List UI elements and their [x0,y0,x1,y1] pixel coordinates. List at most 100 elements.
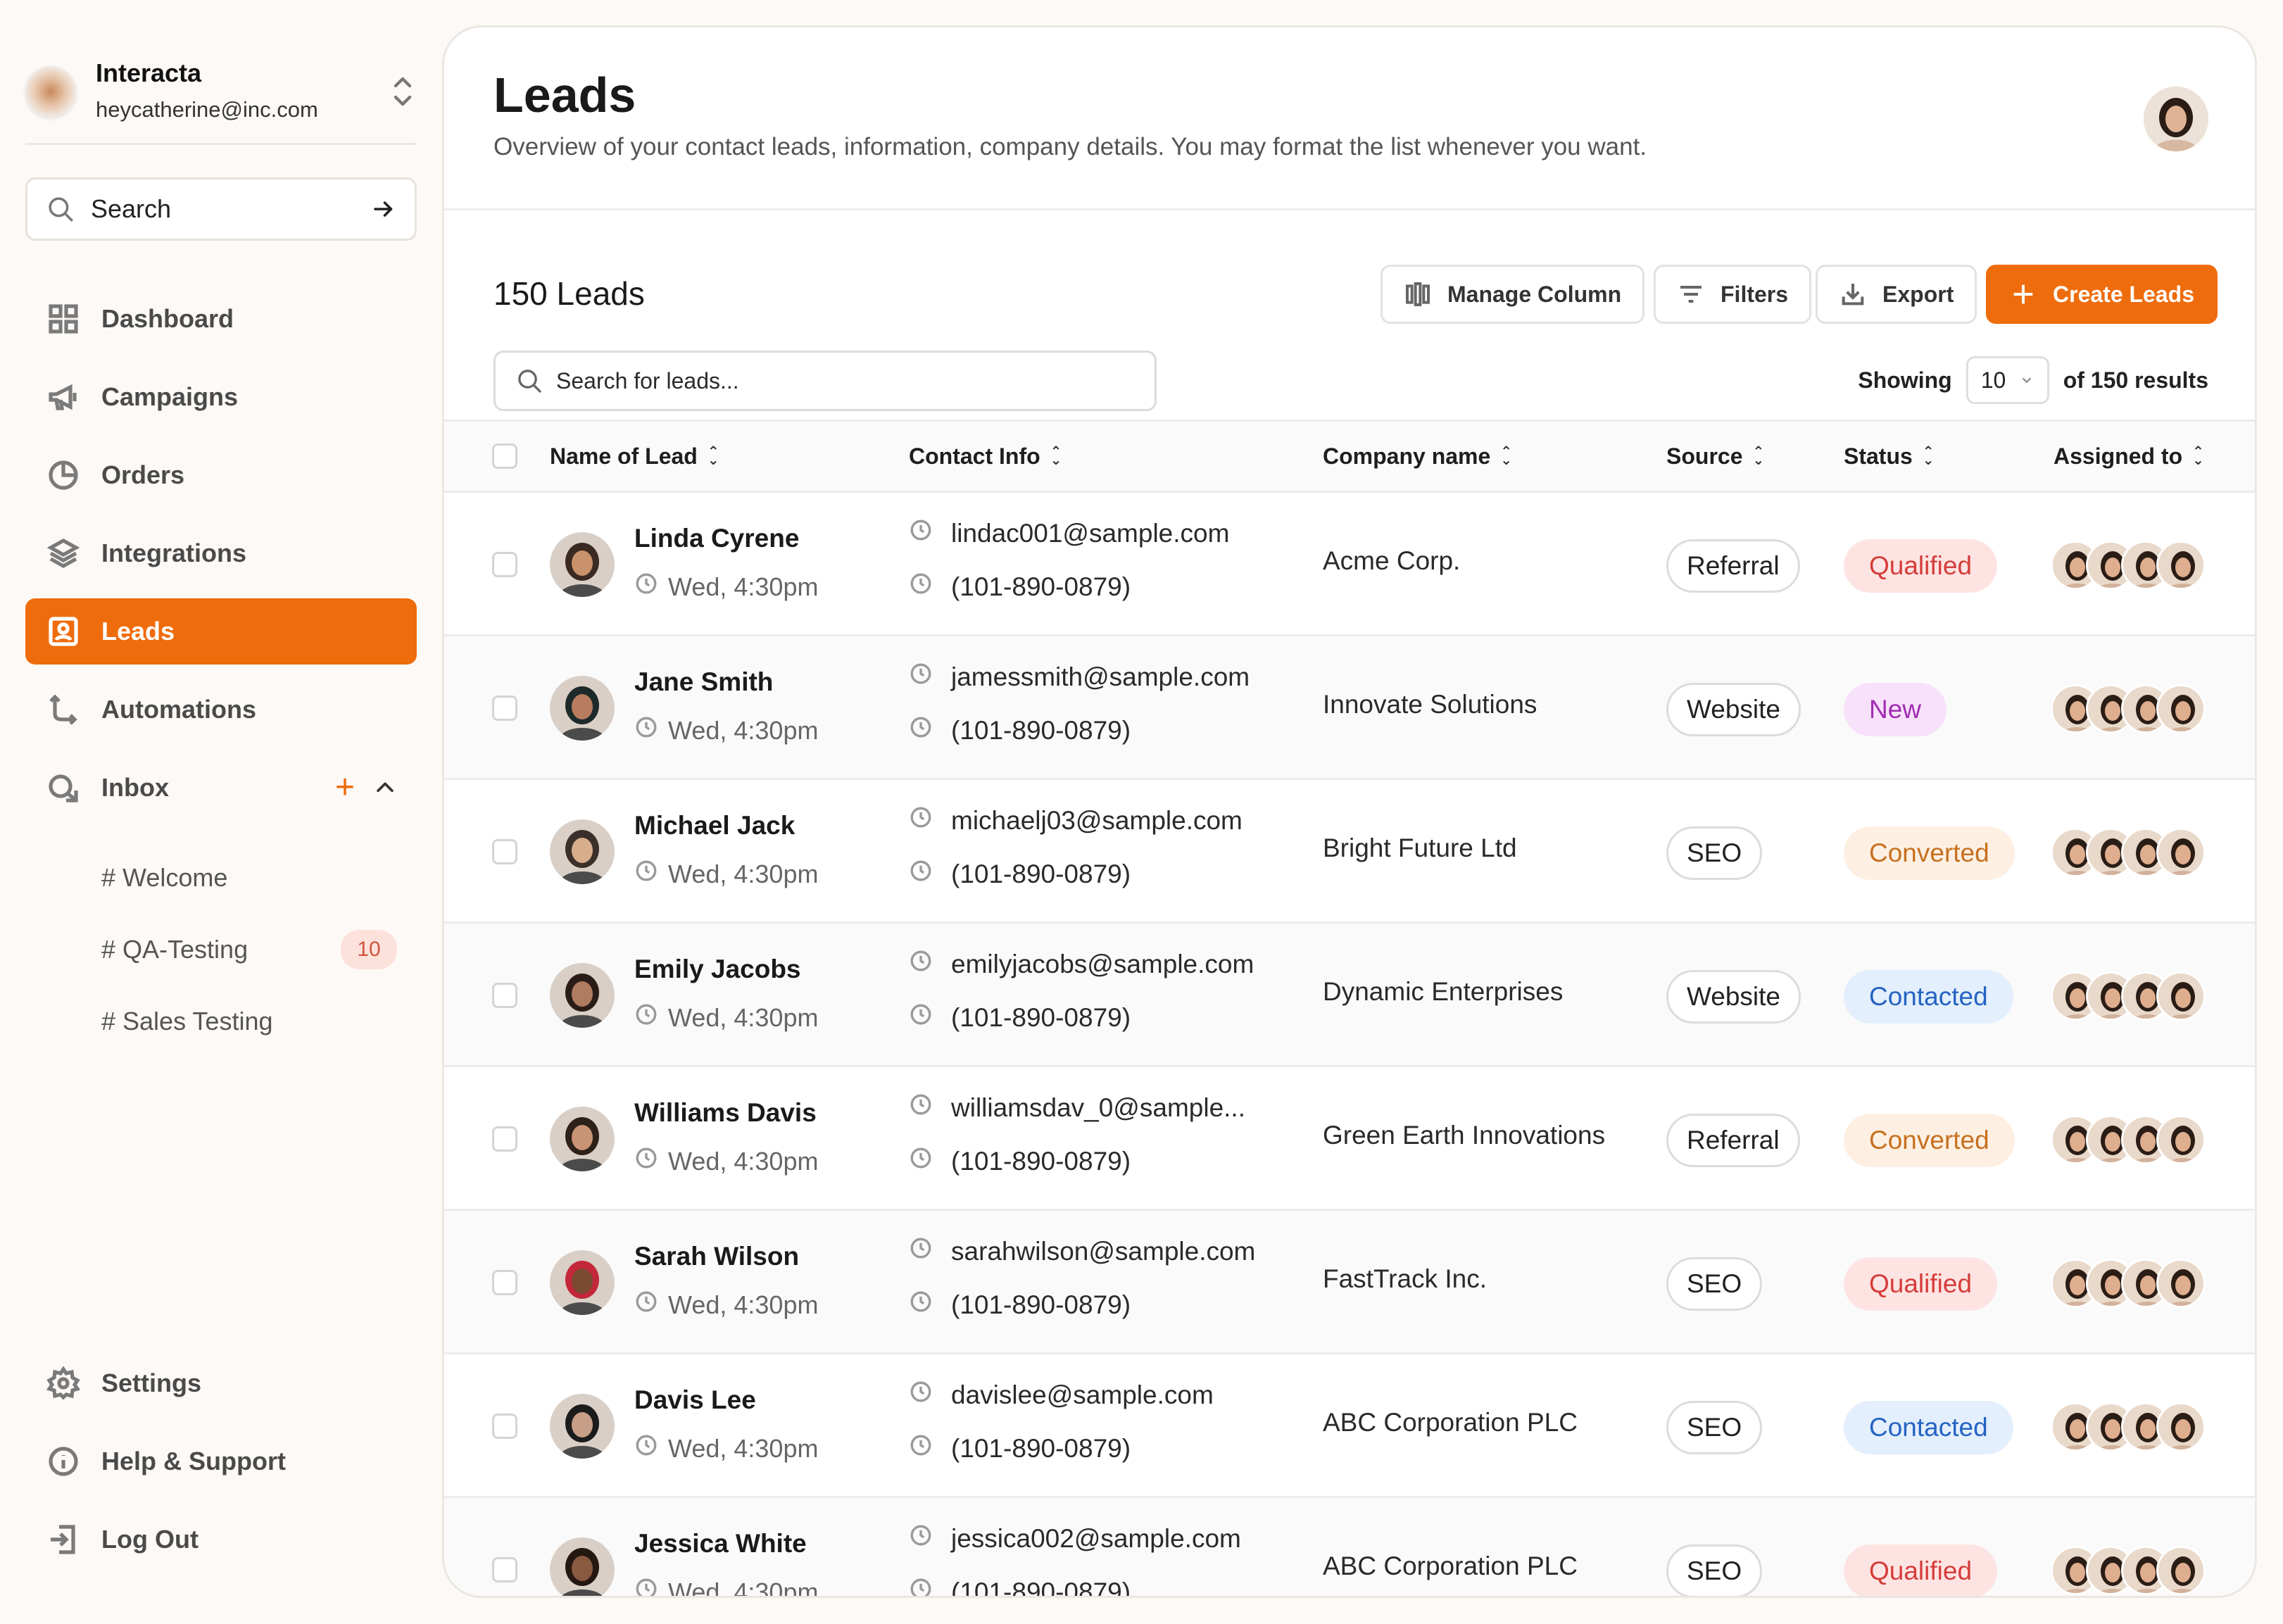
channel-welcome[interactable]: # Welcome [25,842,417,914]
assignee-avatar[interactable] [2156,1259,2206,1308]
sidebar-item-orders[interactable]: Orders [25,442,417,508]
lead-avatar [550,1107,615,1171]
table-row[interactable]: Linda Cyrene Wed, 4:30pm lindac001@sample.… [444,493,2255,636]
lead-phone-text: (101-890-0879) [951,1002,1131,1032]
assignee-avatar[interactable] [2156,541,2206,590]
table-row[interactable]: Sarah Wilson Wed, 4:30pm sarahwilson@sampl… [444,1211,2255,1354]
row-checkbox[interactable] [492,839,517,864]
table-row[interactable]: Emily Jacobs Wed, 4:30pm emilyjacobs@sampl… [444,924,2255,1067]
account-switcher[interactable]: Interacta heycatherine@inc.com [25,39,417,145]
lead-email[interactable]: emilyjacobs@sample.com [909,949,1254,979]
lead-name[interactable]: Williams Davis [634,1098,817,1128]
row-checkbox[interactable] [492,695,517,721]
lead-name[interactable]: Davis Lee [634,1385,756,1415]
chevron-up-icon[interactable] [373,776,397,800]
col-status[interactable]: Status ⌃ ⌄ [1844,422,1935,491]
table-row[interactable]: Michael Jack Wed, 4:30pm michaelj03@sample… [444,780,2255,924]
assignee-avatar[interactable] [2156,1115,2206,1164]
lead-phone[interactable]: (101-890-0879) [909,1577,1131,1596]
assignee-avatar[interactable] [2156,1546,2206,1595]
search-icon [518,370,541,393]
select-all-checkbox[interactable] [492,443,517,469]
lead-name[interactable]: Jane Smith [634,667,773,697]
lead-name[interactable]: Michael Jack [634,811,795,841]
sidebar-item-campaigns[interactable]: Campaigns [25,364,417,430]
channel-qa-testing[interactable]: # QA-Testing 10 [25,914,417,986]
sidebar-search[interactable]: Search [25,177,417,241]
assignee-avatar[interactable] [2156,1402,2206,1452]
lead-search-input[interactable] [556,367,1119,394]
sidebar-item-inbox[interactable]: Inbox + [25,755,417,821]
filters-button[interactable]: Filters [1654,265,1812,324]
lead-phone[interactable]: (101-890-0879) [909,1433,1131,1464]
lead-email[interactable]: davislee@sample.com [909,1380,1214,1410]
sidebar-item-settings[interactable]: Settings [25,1350,417,1416]
lead-email[interactable]: jessica002@sample.com [909,1523,1241,1554]
manage-column-label: Manage Column [1447,281,1622,307]
row-checkbox[interactable] [492,1557,517,1582]
main-panel: Leads Overview of your contact leads, in… [442,25,2257,1598]
lead-name[interactable]: Emily Jacobs [634,955,801,984]
lead-name[interactable]: Linda Cyrene [634,524,799,553]
lead-search-field[interactable] [493,351,1157,411]
assignee-group[interactable] [2051,971,2206,1021]
user-avatar[interactable] [2144,87,2208,151]
sidebar-item-help[interactable]: Help & Support [25,1428,417,1494]
lead-email[interactable]: jamessmith@sample.com [909,662,1250,692]
assignee-avatar[interactable] [2156,684,2206,734]
arrow-right-icon[interactable] [371,196,396,222]
lead-phone[interactable]: (101-890-0879) [909,1146,1131,1176]
assignee-group[interactable] [2051,1259,2206,1308]
table-row[interactable]: Jessica White Wed, 4:30pm jessica002@sampl… [444,1498,2255,1596]
assignee-avatar[interactable] [2156,828,2206,877]
row-checkbox[interactable] [492,1270,517,1295]
row-checkbox[interactable] [492,983,517,1008]
assignee-group[interactable] [2051,1546,2206,1595]
manage-column-button[interactable]: Manage Column [1381,265,1645,324]
status-badge: Qualified [1844,1257,1998,1311]
col-name[interactable]: Name of Lead ⌃ ⌄ [550,422,719,491]
create-leads-button[interactable]: Create Leads [1986,265,2218,324]
page-size-select[interactable]: 10 [1966,356,2049,404]
col-contact[interactable]: Contact Info ⌃ ⌄ [909,422,1062,491]
lead-email[interactable]: sarahwilson@sample.com [909,1236,1255,1266]
lead-phone[interactable]: (101-890-0879) [909,859,1131,889]
assignee-avatar[interactable] [2156,971,2206,1021]
row-checkbox[interactable] [492,1126,517,1152]
lead-name[interactable]: Sarah Wilson [634,1242,799,1271]
assignee-group[interactable] [2051,828,2206,877]
lead-email[interactable]: williamsdav_0@sample... [909,1093,1245,1123]
sidebar-item-leads[interactable]: Leads [25,598,417,665]
table-row[interactable]: Jane Smith Wed, 4:30pm jamessmith@sample.c… [444,636,2255,780]
sidebar-item-integrations[interactable]: Integrations [25,520,417,586]
assignee-group[interactable] [2051,1402,2206,1452]
col-company[interactable]: Company name ⌃ ⌄ [1323,422,1512,491]
lead-name[interactable]: Jessica White [634,1529,807,1559]
export-button[interactable]: Export [1816,265,1977,324]
add-channel-icon[interactable]: + [335,771,355,805]
lead-phone[interactable]: (101-890-0879) [909,715,1131,745]
sidebar-item-automations[interactable]: Automations [25,676,417,743]
sidebar-item-logout[interactable]: Log Out [25,1506,417,1573]
row-checkbox[interactable] [492,552,517,577]
assignee-group[interactable] [2051,1115,2206,1164]
lead-phone-text: (101-890-0879) [951,859,1131,888]
lead-email[interactable]: lindac001@sample.com [909,518,1229,548]
assignee-group[interactable] [2051,541,2206,590]
sidebar-item-label: Help & Support [101,1447,286,1475]
clock-icon [909,1433,951,1464]
lead-phone[interactable]: (101-890-0879) [909,572,1131,602]
sidebar-item-dashboard[interactable]: Dashboard [25,286,417,352]
channel-sales-testing[interactable]: # Sales Testing [25,986,417,1057]
lead-phone[interactable]: (101-890-0879) [909,1290,1131,1320]
lead-phone[interactable]: (101-890-0879) [909,1002,1131,1033]
col-assigned[interactable]: Assigned to ⌃ ⌄ [2054,422,2204,491]
table-row[interactable]: Davis Lee Wed, 4:30pm davislee@sample.com (… [444,1354,2255,1498]
row-checkbox[interactable] [492,1414,517,1439]
clock-icon [909,715,951,745]
table-row[interactable]: Williams Davis Wed, 4:30pm williamsdav_0@s… [444,1067,2255,1211]
chevron-updown-icon[interactable] [389,70,417,113]
assignee-group[interactable] [2051,684,2206,734]
lead-email[interactable]: michaelj03@sample.com [909,805,1243,836]
col-source[interactable]: Source ⌃ ⌄ [1666,422,1764,491]
